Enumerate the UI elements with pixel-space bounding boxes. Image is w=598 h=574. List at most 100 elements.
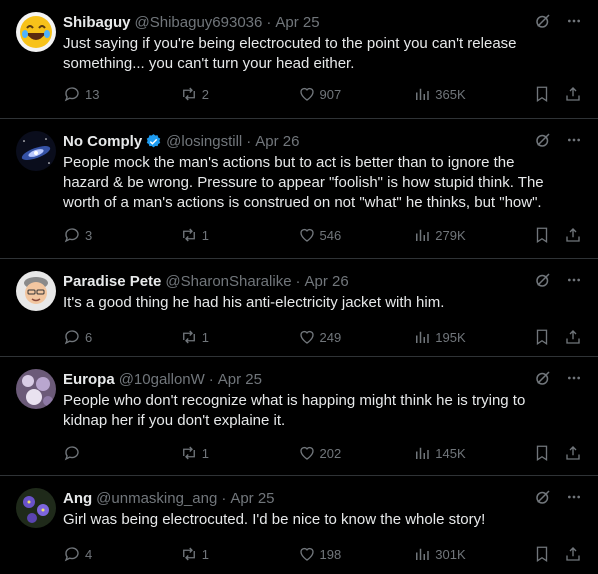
heart-icon — [299, 330, 314, 344]
more-options-icon[interactable] — [566, 13, 582, 29]
like-count: 546 — [319, 227, 342, 243]
tweet[interactable]: No Comply @losingstill · Apr 26 People m… — [0, 119, 598, 259]
bookmark-button[interactable] — [533, 226, 564, 244]
like-button[interactable]: 249 — [298, 328, 414, 346]
avatar[interactable] — [16, 488, 56, 528]
share-button[interactable] — [564, 226, 582, 244]
author-name[interactable]: Paradise Pete — [63, 273, 161, 290]
bookmark-button[interactable] — [533, 328, 564, 346]
avatar[interactable] — [16, 12, 56, 52]
author-handle[interactable]: @Shibaguy693036 — [135, 14, 263, 31]
author-name[interactable]: Shibaguy — [63, 14, 131, 31]
bookmark-button[interactable] — [533, 545, 564, 563]
author-name[interactable]: Europa — [63, 371, 115, 388]
views-icon — [416, 88, 430, 100]
retweet-icon — [182, 228, 195, 242]
reply-icon — [64, 228, 79, 243]
share-button[interactable] — [564, 444, 582, 462]
separator-dot: · — [246, 132, 252, 150]
avatar[interactable] — [16, 131, 56, 171]
reply-count: 13 — [85, 86, 100, 102]
grok-icon[interactable] — [534, 271, 552, 289]
separator-dot: · — [221, 489, 227, 507]
views-icon — [416, 447, 430, 459]
reply-button[interactable]: 3 — [63, 226, 180, 244]
retweet-icon — [182, 87, 195, 101]
retweet-count: 1 — [201, 546, 209, 562]
laughing-emoji-icon — [16, 12, 56, 52]
like-count: 198 — [319, 546, 342, 562]
tweet-text: People who don't recognize what is happi… — [63, 392, 526, 429]
reply-button[interactable]: 13 — [63, 85, 180, 103]
views-icon — [416, 331, 430, 343]
reply-button[interactable]: 6 — [63, 328, 180, 346]
views-button[interactable]: 195K — [413, 328, 533, 346]
tweet[interactable]: Ang @unmasking_ang · Apr 25 Girl was bei… — [0, 476, 598, 574]
tweet-date[interactable]: Apr 26 — [305, 273, 349, 290]
retweet-button[interactable]: 1 — [180, 328, 298, 346]
retweet-icon — [182, 330, 195, 344]
grok-icon[interactable] — [534, 131, 552, 149]
more-options-icon[interactable] — [566, 272, 582, 288]
like-button[interactable]: 202 — [298, 444, 414, 462]
like-button[interactable]: 198 — [298, 545, 414, 563]
view-count: 365K — [435, 86, 466, 102]
reply-count: 4 — [85, 546, 93, 562]
verified-badge-icon — [145, 133, 162, 150]
retweet-button[interactable]: 1 — [180, 226, 298, 244]
reply-button[interactable]: 4 — [63, 545, 180, 563]
grok-icon[interactable] — [534, 12, 552, 30]
retweet-count: 1 — [201, 227, 209, 243]
reply-count: 6 — [85, 329, 93, 345]
author-name[interactable]: Ang — [63, 490, 92, 507]
more-options-icon[interactable] — [566, 489, 582, 505]
tweet-date[interactable]: Apr 25 — [218, 371, 262, 388]
views-icon — [416, 548, 430, 560]
tweet-date[interactable]: Apr 25 — [275, 14, 319, 31]
galaxy-icon — [16, 131, 56, 171]
author-handle[interactable]: @losingstill — [166, 133, 242, 150]
avatar[interactable] — [16, 271, 56, 311]
views-button[interactable]: 145K — [413, 444, 533, 462]
share-icon — [566, 547, 580, 561]
bookmark-icon — [536, 445, 548, 462]
retweet-button[interactable]: 1 — [180, 444, 298, 462]
reply-button[interactable] — [63, 444, 180, 462]
author-handle[interactable]: @10gallonW — [119, 371, 205, 388]
grok-icon[interactable] — [534, 369, 552, 387]
retweet-button[interactable]: 1 — [180, 545, 298, 563]
share-button[interactable] — [564, 545, 582, 563]
heart-icon — [299, 446, 314, 460]
heart-icon — [299, 87, 314, 101]
avatar[interactable] — [16, 369, 56, 409]
author-handle[interactable]: @unmasking_ang — [96, 490, 217, 507]
views-icon — [416, 229, 430, 241]
tweet[interactable]: Europa @10gallonW · Apr 25 People who do… — [0, 357, 598, 476]
tweet[interactable]: Shibaguy @Shibaguy693036 · Apr 25 Just s… — [0, 0, 598, 119]
like-button[interactable]: 907 — [298, 85, 414, 103]
share-button[interactable] — [564, 85, 582, 103]
views-button[interactable]: 301K — [413, 545, 533, 563]
tweet-text: It's a good thing he had his anti-electr… — [63, 294, 445, 311]
tweet-date[interactable]: Apr 25 — [230, 490, 274, 507]
tweet[interactable]: Paradise Pete @SharonSharalike · Apr 26 … — [0, 259, 598, 357]
views-button[interactable]: 365K — [413, 85, 533, 103]
author-handle[interactable]: @SharonSharalike — [165, 273, 291, 290]
memoji-icon — [16, 271, 56, 311]
tweet-date[interactable]: Apr 26 — [255, 133, 299, 150]
share-icon — [566, 330, 580, 344]
more-options-icon[interactable] — [566, 132, 582, 148]
bookmark-button[interactable] — [533, 85, 564, 103]
like-button[interactable]: 546 — [298, 226, 414, 244]
bookmark-button[interactable] — [533, 444, 564, 462]
views-button[interactable]: 279K — [413, 226, 533, 244]
violets-icon — [16, 488, 56, 528]
more-options-icon[interactable] — [566, 370, 582, 386]
retweet-button[interactable]: 2 — [180, 85, 298, 103]
author-name[interactable]: No Comply — [63, 133, 142, 150]
share-button[interactable] — [564, 328, 582, 346]
grok-icon[interactable] — [534, 488, 552, 506]
retweet-count: 1 — [201, 445, 209, 461]
like-count: 249 — [319, 329, 342, 345]
action-bar: 6 1 249 195K — [63, 327, 582, 347]
